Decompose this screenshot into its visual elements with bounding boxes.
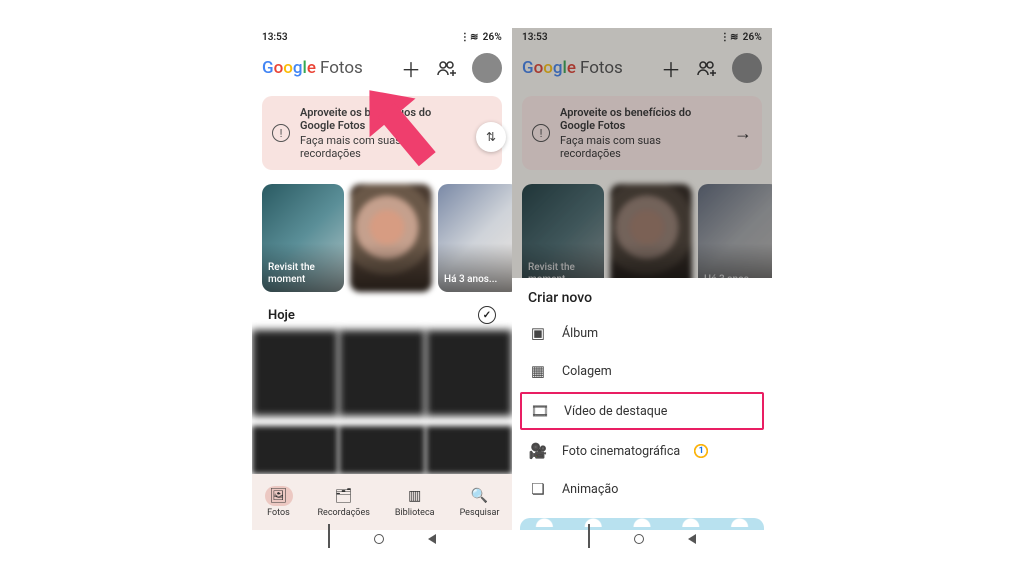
home-icon[interactable]	[374, 534, 384, 544]
status-time: 13:53	[262, 32, 288, 43]
nav-library[interactable]: ▥ Biblioteca	[395, 486, 435, 518]
benefits-banner[interactable]: ! Aproveite os benefícios do Google Foto…	[262, 96, 502, 170]
create-plus-button[interactable]: ＋	[400, 57, 422, 79]
battery-text: 26%	[743, 32, 762, 43]
section-title: Hoje	[268, 308, 295, 323]
sheet-item-album[interactable]: ▣ Álbum	[512, 314, 772, 352]
library-icon: ▥	[401, 486, 429, 506]
album-icon: ▣	[528, 324, 548, 342]
sharing-icon[interactable]	[696, 57, 718, 79]
photo-thumb[interactable]	[252, 426, 338, 474]
movie-icon: 🎞	[530, 402, 550, 420]
app-logo: Google Fotos	[522, 58, 623, 78]
app-logo-sub: Fotos	[320, 58, 363, 78]
select-day-icon[interactable]: ✓	[478, 306, 496, 324]
collage-icon: ▦	[528, 362, 548, 380]
photo-thumb[interactable]	[426, 330, 512, 416]
app-bar: Google Fotos ＋	[252, 46, 512, 90]
benefits-banner[interactable]: ! Aproveite os benefícios do Google Foto…	[522, 96, 762, 170]
phone-screenshot-left: 13:53 ⋮≋ 26% Google Fotos ＋	[252, 28, 512, 548]
memories-carousel[interactable]: Revisit the moment Há 3 anos...	[512, 184, 772, 292]
photo-thumb[interactable]	[252, 330, 338, 416]
photos-icon: 🖼	[265, 486, 293, 506]
nav-search[interactable]: 🔍 Pesquisar	[460, 486, 500, 518]
cinematic-icon: 🎥	[528, 442, 548, 460]
memory-card[interactable]: Há 3 anos...	[438, 184, 512, 292]
back-icon[interactable]	[688, 534, 696, 544]
memories-carousel[interactable]: Revisit the moment Há 3 anos...	[252, 184, 512, 292]
google-one-badge-icon: 1	[694, 444, 708, 458]
back-icon[interactable]	[428, 534, 436, 544]
chevron-right-icon: →	[734, 123, 752, 144]
create-plus-button[interactable]: ＋	[660, 57, 682, 79]
memory-card[interactable]: Revisit the moment	[262, 184, 344, 292]
status-right: ⋮≋ 26%	[720, 32, 762, 43]
nav-memories[interactable]: 🗂 Recordações	[318, 486, 370, 518]
recents-icon[interactable]	[328, 524, 330, 548]
status-right: ⋮≋ 26%	[460, 32, 502, 43]
nav-photos[interactable]: 🖼 Fotos	[265, 486, 293, 518]
alert-icon: !	[532, 124, 550, 142]
status-bar: 13:53 ⋮≋ 26%	[512, 28, 772, 46]
android-nav-bar	[512, 530, 772, 548]
memory-card[interactable]	[610, 184, 692, 292]
wifi-icon: ⋮≋	[460, 32, 479, 43]
app-logo-sub: Fotos	[580, 58, 623, 78]
sheet-item-animation[interactable]: ❏ Animação	[512, 470, 772, 508]
status-bar: 13:53 ⋮≋ 26%	[252, 28, 512, 46]
sharing-icon[interactable]	[436, 57, 458, 79]
alert-icon: !	[272, 124, 290, 142]
app-logo: Google Fotos	[262, 58, 363, 78]
android-nav-bar	[252, 530, 512, 548]
sheet-title: Criar novo	[512, 278, 772, 314]
banner-subtitle: Faça mais com suas recordações	[300, 134, 464, 160]
cast-fab[interactable]: ⇅	[476, 122, 506, 152]
sheet-item-collage[interactable]: ▦ Colagem	[512, 352, 772, 390]
sheet-item-highlight-video[interactable]: 🎞 Vídeo de destaque	[520, 392, 764, 430]
memory-card[interactable]: Há 3 anos...	[698, 184, 772, 292]
memory-card[interactable]: Revisit the moment	[522, 184, 604, 292]
sheet-item-cinematic[interactable]: 🎥 Foto cinematográfica 1	[512, 432, 772, 470]
banner-subtitle: Faça mais com suas recordações	[560, 134, 724, 160]
banner-title: Aproveite os benefícios do Google Fotos	[560, 106, 724, 132]
create-bottom-sheet: Criar novo ▣ Álbum ▦ Colagem 🎞 Vídeo de …	[512, 278, 772, 548]
section-header-today: Hoje ✓	[252, 292, 512, 330]
wifi-icon: ⋮≋	[720, 32, 739, 43]
memory-card[interactable]	[350, 184, 432, 292]
app-bar: Google Fotos ＋	[512, 46, 772, 90]
account-avatar[interactable]	[732, 53, 762, 83]
battery-text: 26%	[483, 32, 502, 43]
search-icon: 🔍	[466, 486, 494, 506]
photo-thumb[interactable]	[339, 426, 425, 474]
wave-decoration	[520, 517, 764, 527]
recents-icon[interactable]	[588, 524, 590, 548]
photo-thumb[interactable]	[339, 330, 425, 416]
photo-grid[interactable]	[252, 330, 512, 474]
home-icon[interactable]	[634, 534, 644, 544]
banner-title: Aproveite os benefícios do Google Fotos	[300, 106, 464, 132]
status-time: 13:53	[522, 32, 548, 43]
photo-thumb[interactable]	[426, 426, 512, 474]
memories-icon: 🗂	[330, 486, 358, 506]
animation-icon: ❏	[528, 480, 548, 498]
phone-screenshot-right: 13:53 ⋮≋ 26% Google Fotos ＋	[512, 28, 772, 548]
account-avatar[interactable]	[472, 53, 502, 83]
bottom-nav: 🖼 Fotos 🗂 Recordações ▥ Biblioteca 🔍 Pes…	[252, 474, 512, 530]
